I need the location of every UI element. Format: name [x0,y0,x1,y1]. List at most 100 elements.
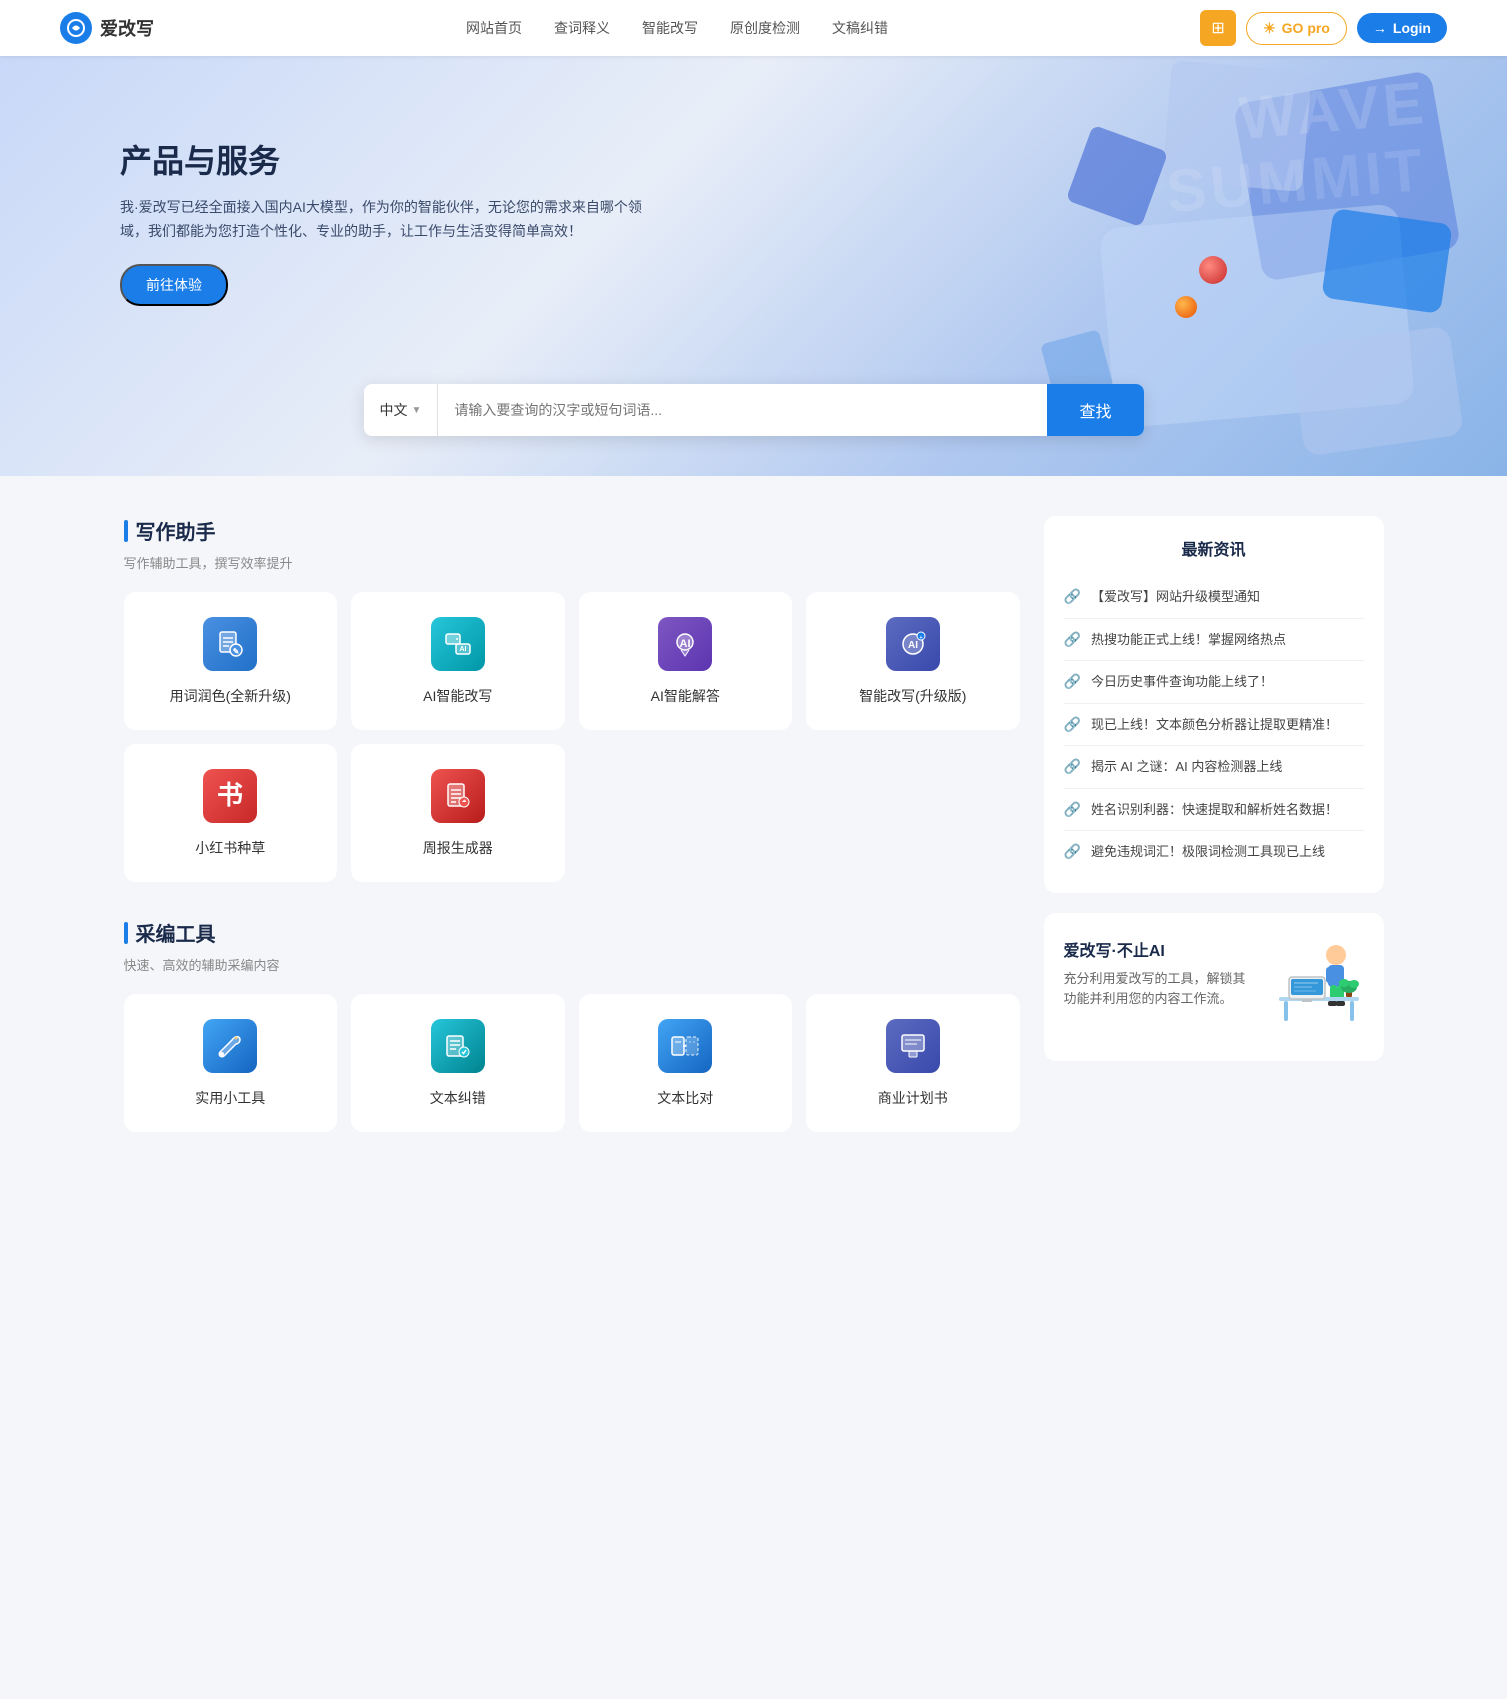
news-text-6: 避免违规词汇！极限词检测工具现已上线 [1091,842,1325,862]
search-input[interactable] [438,384,1047,436]
tool-weekly-report-label: 周报生成器 [423,838,493,858]
news-item-3[interactable]: 🔗 现已上线！文本颜色分析器让提取更精准！ [1064,704,1364,747]
tool-utility[interactable]: 实用小工具 [124,994,338,1132]
nav-originality[interactable]: 原创度检测 [730,18,800,38]
editing-tools-subtitle: 快速、高效的辅助采编内容 [124,955,1020,974]
tool-xiaohongshu-label: 小红书种草 [195,838,265,858]
news-text-5: 姓名识别利器：快速提取和解析姓名数据！ [1091,800,1338,820]
logo-text: 爱改写 [100,15,154,41]
sun-icon: ☀ [1263,20,1276,37]
news-item-6[interactable]: 🔗 避免违规词汇！极限词检测工具现已上线 [1064,831,1364,873]
login-icon: → [1373,20,1387,36]
tool-word-polish[interactable]: ✎ 用词润色(全新升级) [124,592,338,730]
news-text-3: 现已上线！文本颜色分析器让提取更精准！ [1091,715,1338,735]
editing-tools-section: 采编工具 快速、高效的辅助采编内容 实用小工具 [124,918,1020,1132]
main-content: 写作助手 写作辅助工具，撰写效率提升 ✎ [104,476,1404,1208]
navbar-actions: ⊞ ☀ GO pro → Login [1200,10,1447,46]
chevron-down-icon: ▼ [412,405,422,416]
tool-text-correct-icon [430,1018,486,1074]
tool-ai-answer-label: AI智能解答 [651,686,720,706]
tool-text-compare-label: 文本比对 [657,1088,713,1108]
news-link-icon-4: 🔗 [1064,758,1081,775]
hero-content: 产品与服务 我·爱改写已经全面接入国内AI大模型，作为你的智能伙伴，无论您的需求… [0,56,1507,306]
editing-tools-grid: 实用小工具 [124,994,1020,1132]
hero-description: 我·爱改写已经全面接入国内AI大模型，作为你的智能伙伴，无论您的需求来自哪个领域… [120,196,660,244]
tool-ai-answer-icon: AI [657,616,713,672]
logo[interactable]: 爱改写 [60,12,154,44]
tool-smart-rewrite-pro-icon: AI + [885,616,941,672]
writing-tools-subtitle: 写作辅助工具，撰写效率提升 [124,553,1020,572]
tool-ai-rewrite-icon: AI [430,616,486,672]
tool-smart-rewrite-pro-label: 智能改写(升级版) [859,686,966,706]
promo-content: 爱改写·不止AI 充分利用爱改写的工具，解锁其功能并利用您的内容工作流。 [1064,937,1258,1011]
navbar: 爱改写 网站首页 查词释义 智能改写 原创度检测 文稿纠错 ⊞ ☀ GO pro… [0,0,1507,56]
hero-title: 产品与服务 [120,136,1507,182]
login-button[interactable]: → Login [1357,13,1447,43]
news-link-icon-2: 🔗 [1064,673,1081,690]
svg-text:✎: ✎ [233,647,240,656]
news-item-0[interactable]: 🔗 【爱改写】网站升级模型通知 [1064,576,1364,619]
left-column: 写作助手 写作辅助工具，撰写效率提升 ✎ [124,516,1020,1168]
logo-icon [60,12,92,44]
nav-proofread[interactable]: 文稿纠错 [832,18,888,38]
tool-utility-label: 实用小工具 [195,1088,265,1108]
svg-text:AI: AI [908,640,918,651]
news-panel: 最新资讯 🔗 【爱改写】网站升级模型通知 🔗 热搜功能正式上线！掌握网络热点 🔗… [1044,516,1384,893]
news-text-0: 【爱改写】网站升级模型通知 [1091,587,1260,607]
promo-title: 爱改写·不止AI [1064,937,1258,961]
tool-business-plan-label: 商业计划书 [878,1088,948,1108]
writing-tools-grid: ✎ 用词润色(全新升级) AI [124,592,1020,882]
tool-utility-icon [202,1018,258,1074]
hero-banner: WAVE SUMMIT 产品与服务 我·爱改写已经全面接入国内AI大模型，作为你… [0,56,1507,476]
tool-ai-rewrite[interactable]: AI AI智能改写 [351,592,565,730]
svg-text:AI: AI [680,638,691,650]
writing-tools-title: 写作助手 [124,516,1020,545]
go-pro-button[interactable]: ☀ GO pro [1246,12,1347,45]
grid-icon: ⊞ [1211,18,1224,38]
tool-ai-rewrite-label: AI智能改写 [423,686,492,706]
news-link-icon-0: 🔗 [1064,588,1081,605]
tool-ai-answer[interactable]: AI AI智能解答 [579,592,793,730]
tool-xiaohongshu[interactable]: 书 小红书种草 [124,744,338,882]
tool-word-polish-icon: ✎ [202,616,258,672]
grid-button[interactable]: ⊞ [1200,10,1236,46]
news-link-icon-5: 🔗 [1064,801,1081,818]
news-link-icon-3: 🔗 [1064,716,1081,733]
tool-word-polish-label: 用词润色(全新升级) [170,686,291,706]
writing-tools-section: 写作助手 写作辅助工具，撰写效率提升 ✎ [124,516,1020,882]
tool-text-correct-label: 文本纠错 [430,1088,486,1108]
news-item-1[interactable]: 🔗 热搜功能正式上线！掌握网络热点 [1064,619,1364,662]
nav-rewrite[interactable]: 智能改写 [642,18,698,38]
right-column: 最新资讯 🔗 【爱改写】网站升级模型通知 🔗 热搜功能正式上线！掌握网络热点 🔗… [1044,516,1384,1168]
promo-illustration [1274,937,1364,1037]
tool-business-plan-icon [885,1018,941,1074]
language-selector[interactable]: 中文 ▼ [364,384,439,436]
news-item-5[interactable]: 🔗 姓名识别利器：快速提取和解析姓名数据！ [1064,789,1364,832]
hero-search-bar: 中文 ▼ 查找 [364,384,1144,436]
editing-tools-title: 采编工具 [124,918,1020,947]
tool-weekly-report[interactable]: 周报生成器 [351,744,565,882]
news-item-4[interactable]: 🔗 揭示 AI 之谜：AI 内容检测器上线 [1064,746,1364,789]
tool-weekly-report-icon [430,768,486,824]
news-text-1: 热搜功能正式上线！掌握网络热点 [1091,630,1286,650]
hero-cta-button[interactable]: 前往体验 [120,264,228,306]
tool-business-plan[interactable]: 商业计划书 [806,994,1020,1132]
search-button[interactable]: 查找 [1047,384,1143,436]
news-text-2: 今日历史事件查询功能上线了！ [1091,672,1273,692]
news-link-icon-1: 🔗 [1064,631,1081,648]
tool-text-compare-icon [657,1018,713,1074]
nav-home[interactable]: 网站首页 [466,18,522,38]
tool-xiaohongshu-icon: 书 [202,768,258,824]
tool-text-correct[interactable]: 文本纠错 [351,994,565,1132]
tool-smart-rewrite-pro[interactable]: AI + 智能改写(升级版) [806,592,1020,730]
nav-query[interactable]: 查词释义 [554,18,610,38]
news-link-icon-6: 🔗 [1064,843,1081,860]
promo-panel: 爱改写·不止AI 充分利用爱改写的工具，解锁其功能并利用您的内容工作流。 [1044,913,1384,1061]
news-item-2[interactable]: 🔗 今日历史事件查询功能上线了！ [1064,661,1364,704]
promo-description: 充分利用爱改写的工具，解锁其功能并利用您的内容工作流。 [1064,969,1258,1011]
svg-text:+: + [919,635,922,641]
tool-text-compare[interactable]: 文本比对 [579,994,793,1132]
svg-text:AI: AI [459,646,466,653]
news-panel-title: 最新资讯 [1064,536,1364,560]
svg-text:书: 书 [217,780,243,810]
